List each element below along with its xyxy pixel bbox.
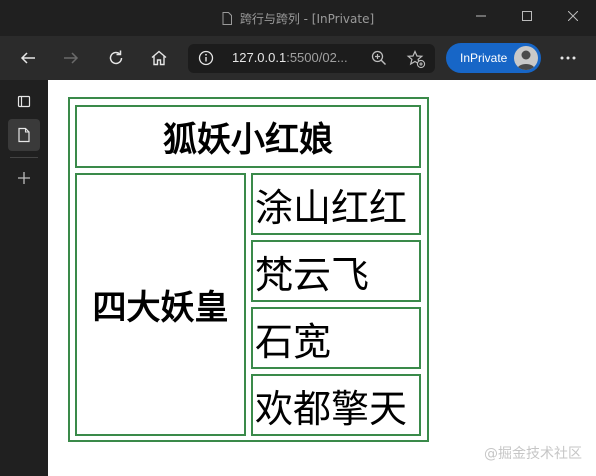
table-cell: 石宽 bbox=[251, 307, 421, 369]
title-bar: 跨行与跨列 - [InPrivate] bbox=[0, 0, 596, 36]
forward-button[interactable] bbox=[55, 42, 87, 74]
zoom-icon[interactable] bbox=[370, 49, 388, 67]
table-cell: 欢都擎天 bbox=[251, 374, 421, 436]
table-cell-text: 梵云飞 bbox=[255, 252, 370, 297]
table-cell: 梵云飞 bbox=[251, 240, 421, 302]
back-button[interactable] bbox=[12, 42, 44, 74]
profile-icon bbox=[517, 50, 535, 70]
url-host: 127.0.0.1 bbox=[232, 50, 287, 65]
document-icon bbox=[222, 11, 232, 25]
maximize-button[interactable] bbox=[504, 0, 550, 32]
more-button[interactable] bbox=[552, 42, 584, 74]
watermark: @掘金技术社区 bbox=[484, 446, 582, 462]
close-button[interactable] bbox=[550, 0, 596, 32]
vertical-tab-strip bbox=[0, 80, 48, 476]
back-icon bbox=[20, 52, 35, 64]
close-icon bbox=[568, 11, 578, 21]
tab-actions-icon bbox=[17, 95, 31, 108]
inprivate-label: InPrivate bbox=[460, 51, 508, 65]
home-button[interactable] bbox=[143, 42, 175, 74]
table-cell-text: 石宽 bbox=[255, 319, 332, 364]
url-text[interactable]: 127.0.0.1:5500/02... bbox=[232, 50, 348, 65]
table-cell-text: 涂山红红 bbox=[255, 185, 408, 230]
inprivate-button[interactable]: InPrivate bbox=[446, 43, 541, 73]
address-bar[interactable]: 127.0.0.1:5500/02... bbox=[188, 44, 435, 73]
table-header-text: 狐妖小红娘 bbox=[163, 120, 333, 160]
table-cell-text: 欢都擎天 bbox=[255, 386, 408, 431]
refresh-button[interactable] bbox=[100, 42, 132, 74]
refresh-icon bbox=[109, 50, 123, 65]
avatar bbox=[514, 46, 538, 70]
new-tab-button[interactable] bbox=[8, 162, 40, 194]
add-favorite-icon[interactable] bbox=[406, 49, 426, 69]
tab-actions-button[interactable] bbox=[8, 85, 40, 117]
more-icon bbox=[560, 56, 576, 60]
maximize-icon bbox=[522, 11, 532, 21]
current-tab-icon bbox=[18, 127, 30, 143]
table-rowspan-cell: 四大妖皇 bbox=[75, 173, 246, 436]
page-viewport: 狐妖小红娘 四大妖皇 涂山红红 梵云飞 石宽 欢都擎天 @掘金技术社区 bbox=[48, 80, 596, 476]
rowspan-text: 四大妖皇 bbox=[92, 288, 229, 328]
url-path: :5500/02... bbox=[286, 50, 348, 65]
new-tab-icon bbox=[18, 172, 30, 184]
forward-icon bbox=[64, 52, 79, 64]
minimize-button[interactable] bbox=[458, 0, 504, 32]
info-icon[interactable] bbox=[198, 50, 214, 66]
window-title: 跨行与跨列 - [InPrivate] bbox=[239, 11, 375, 26]
minimize-icon bbox=[476, 15, 486, 17]
table-cell: 涂山红红 bbox=[251, 173, 421, 235]
table-header-cell: 狐妖小红娘 bbox=[75, 105, 421, 168]
sidebar-divider bbox=[10, 157, 38, 158]
current-tab[interactable] bbox=[8, 119, 40, 151]
home-icon bbox=[151, 50, 167, 66]
